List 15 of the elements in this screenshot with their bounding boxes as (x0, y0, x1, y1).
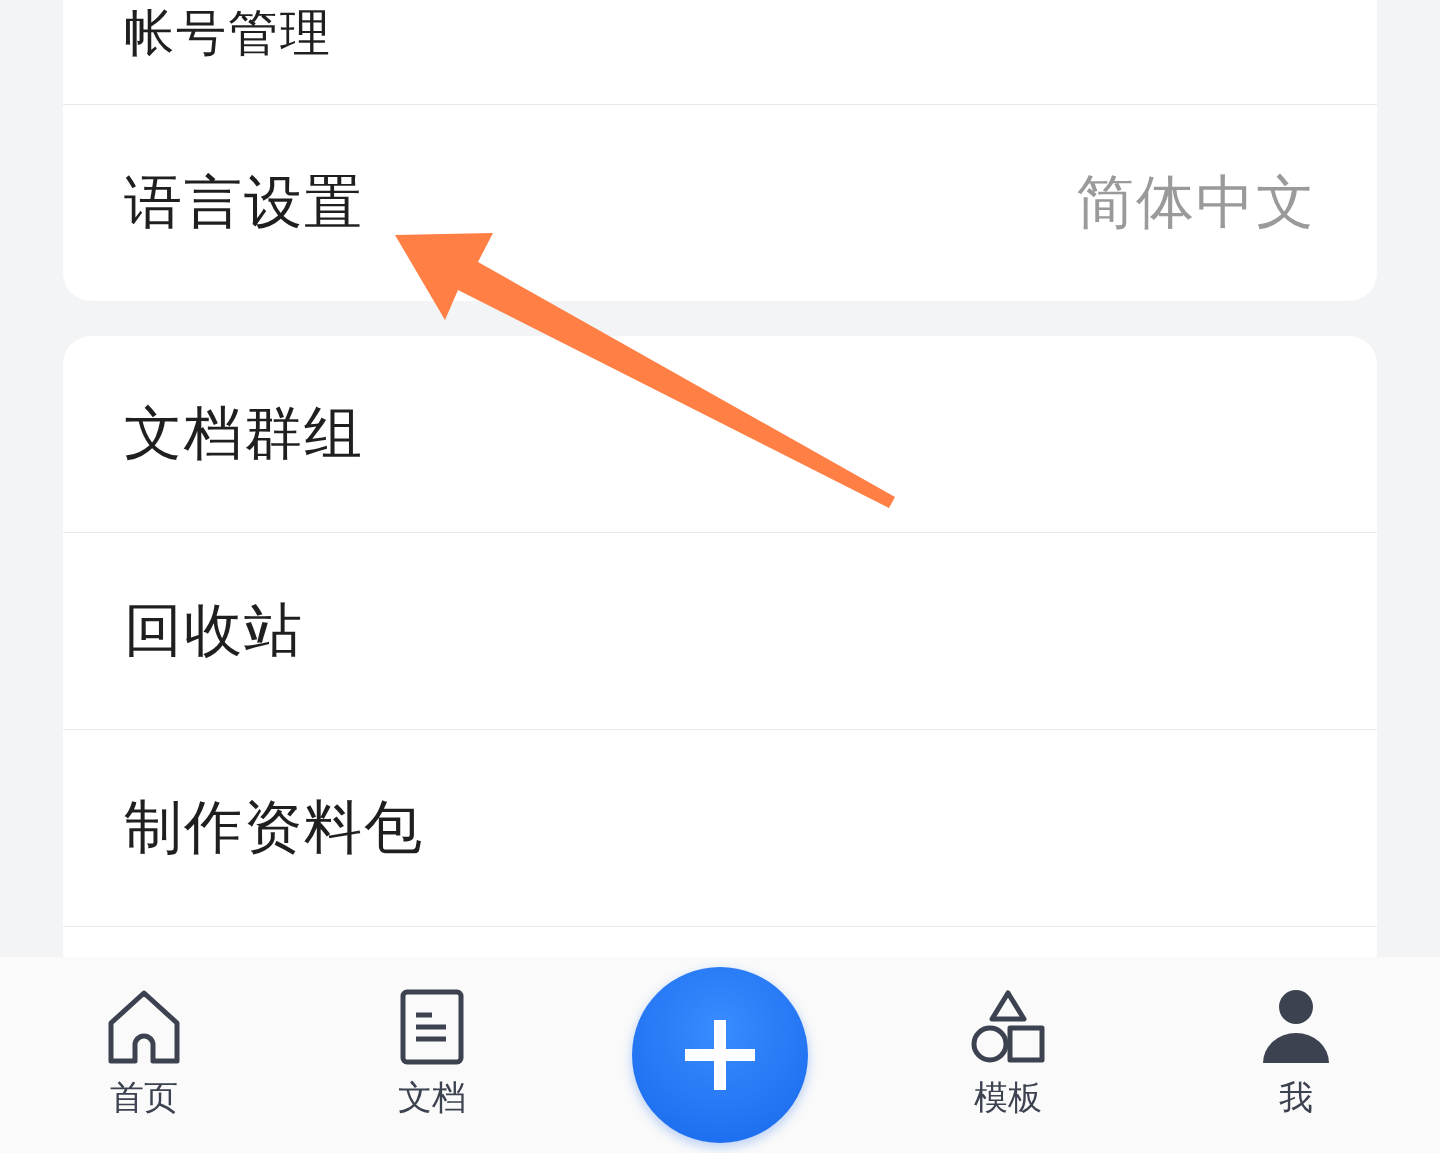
home-icon (107, 989, 181, 1065)
setting-label[interactable]: 语言设置 (124, 164, 364, 242)
setting-label[interactable]: 制作资料包 (124, 789, 424, 867)
setting-value: 简体中文 (1076, 167, 1316, 238)
nav-tab[interactable]: 模板 (970, 989, 1046, 1121)
plus-icon (685, 1020, 755, 1090)
setting-label[interactable]: 文档群组 (124, 395, 364, 473)
person-icon (1261, 989, 1331, 1065)
shapes-icon (970, 989, 1046, 1065)
setting-label[interactable]: 回收站 (124, 592, 304, 670)
setting-label[interactable]: 帐号管理 (124, 0, 332, 67)
nav-tab[interactable]: 我 (1261, 989, 1331, 1121)
nav-tab[interactable]: 首页 (107, 989, 181, 1121)
nav-tab[interactable]: 文档 (398, 989, 466, 1121)
document-icon (400, 989, 464, 1065)
